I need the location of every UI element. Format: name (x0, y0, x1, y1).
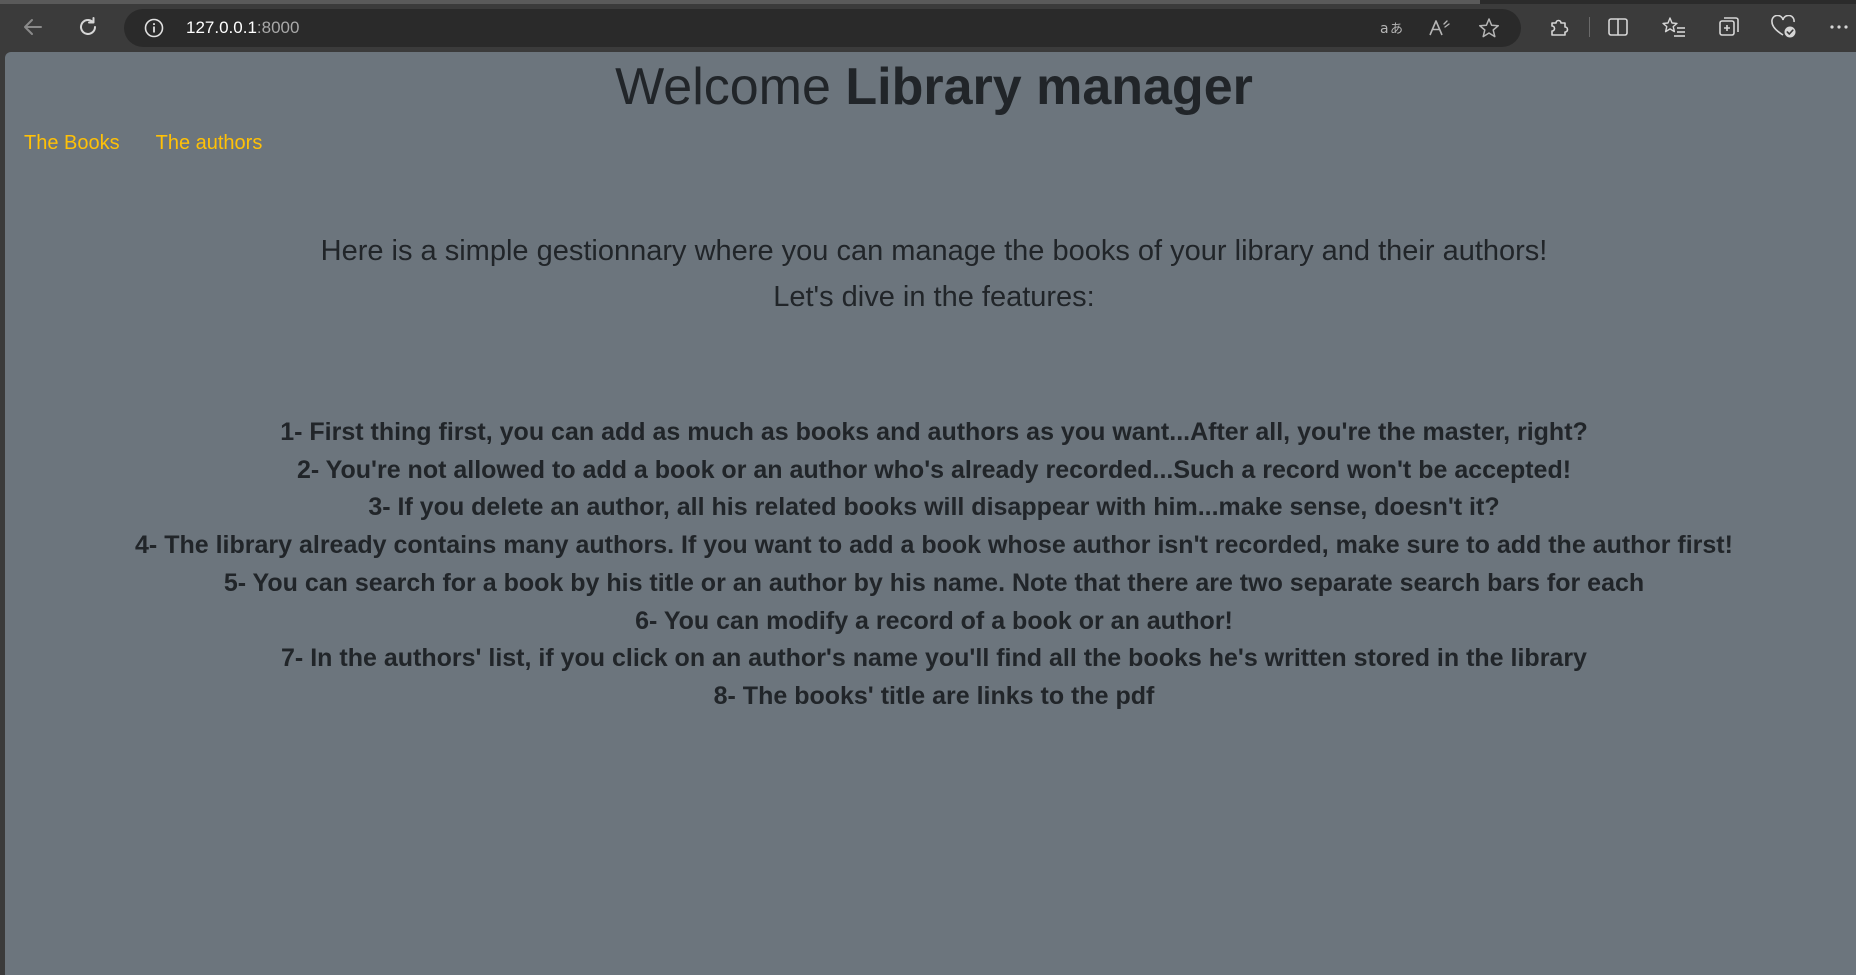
browser-toolbar: 127.0.0.1:8000 a あ (0, 0, 1856, 52)
intro-text: Here is a simple gestionnary where you c… (5, 228, 1856, 320)
back-button[interactable] (16, 10, 50, 44)
nav-link-books[interactable]: The Books (24, 132, 120, 154)
intro-line-1: Here is a simple gestionnary where you c… (320, 235, 1548, 267)
more-icon[interactable] (1825, 13, 1853, 41)
url-port: :8000 (256, 18, 300, 37)
split-screen-icon[interactable] (1604, 13, 1632, 41)
active-tab-indicator (0, 0, 1480, 4)
page-title-app-name: Library manager (845, 58, 1253, 116)
feature-item-5: 5- You can search for a book by his titl… (223, 568, 1645, 597)
toolbar-separator (1589, 17, 1590, 37)
read-aloud-icon[interactable] (1428, 17, 1452, 39)
star-icon[interactable] (1477, 17, 1501, 39)
refresh-icon (80, 17, 96, 35)
url-host: 127.0.0.1 (186, 18, 257, 37)
favorites-list-icon[interactable] (1660, 13, 1688, 41)
browser-essentials-icon[interactable] (1770, 13, 1798, 41)
feature-item-4: 4- The library already contains many aut… (135, 531, 1733, 560)
svg-text:a: a (1380, 21, 1389, 37)
feature-item-8: 8- The books' title are links to the pdf (713, 681, 1155, 710)
page-viewport: Welcome Library manager The Books The aut… (5, 52, 1856, 975)
svg-text:あ: あ (1390, 22, 1403, 37)
info-icon[interactable] (144, 18, 164, 43)
page-title-welcome: Welcome (615, 58, 846, 116)
feature-item-2: 2- You're not allowed to add a book or a… (296, 455, 1572, 484)
intro-line-2: Let's dive in the features: (773, 281, 1095, 313)
feature-item-1: 1- First thing first, you can add as muc… (5, 414, 1856, 452)
page-title: Welcome Library manager (5, 55, 1856, 119)
feature-item-3: 3- If you delete an author, all his rela… (368, 493, 1500, 522)
main-nav: The Books The authors (24, 132, 298, 155)
puzzle-icon[interactable] (1545, 13, 1573, 41)
refresh-button[interactable] (71, 10, 105, 44)
feature-1-emphasis: First thing first (309, 418, 486, 446)
features-list: 1- First thing first, you can add as muc… (5, 414, 1856, 716)
feature-item-6: 6- You can modify a record of a book or … (635, 606, 1233, 635)
feature-item-7: 7- In the authors' list, if you click on… (281, 644, 1587, 673)
nav-link-authors[interactable]: The authors (156, 132, 263, 154)
feature-1-prefix: 1- (280, 418, 310, 446)
back-arrow-icon (24, 19, 42, 35)
tab-strip (0, 0, 1856, 4)
feature-1-text: , you can add as much as books and autho… (485, 418, 1588, 446)
collections-icon[interactable] (1715, 13, 1743, 41)
translate-icon[interactable]: a あ (1379, 17, 1403, 39)
address-bar[interactable]: 127.0.0.1:8000 a あ (124, 9, 1521, 47)
url-text[interactable]: 127.0.0.1:8000 (186, 18, 299, 38)
